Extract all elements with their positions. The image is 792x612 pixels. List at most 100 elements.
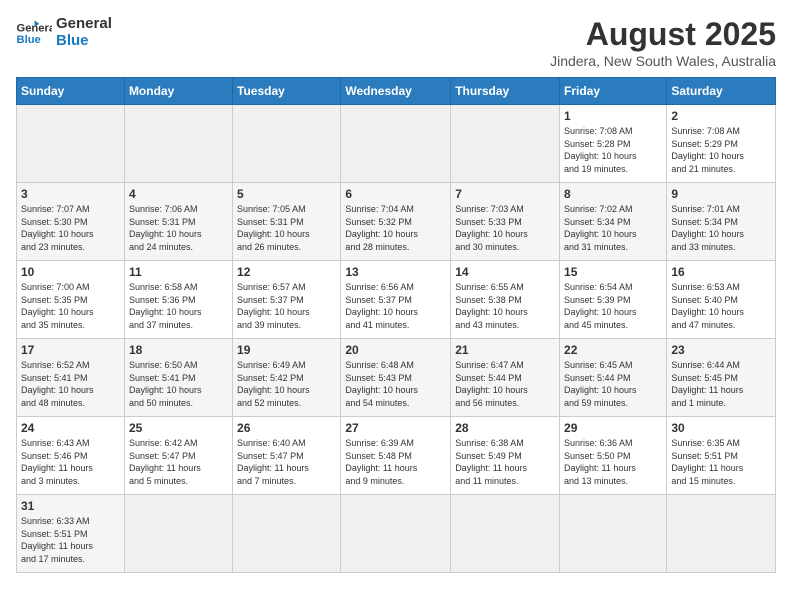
day-number: 15 (564, 265, 662, 279)
day-number: 13 (345, 265, 446, 279)
calendar-cell: 9 Sunrise: 7:01 AM Sunset: 5:34 PM Daylig… (667, 183, 776, 261)
day-info: Sunrise: 7:01 AM Sunset: 5:34 PM Dayligh… (671, 203, 771, 253)
calendar-cell (17, 105, 125, 183)
day-number: 10 (21, 265, 120, 279)
day-number: 11 (129, 265, 228, 279)
day-number: 26 (237, 421, 336, 435)
day-info: Sunrise: 6:50 AM Sunset: 5:41 PM Dayligh… (129, 359, 228, 409)
calendar-cell: 20 Sunrise: 6:48 AM Sunset: 5:43 PM Dayli… (341, 339, 451, 417)
calendar-cell: 16 Sunrise: 6:53 AM Sunset: 5:40 PM Dayli… (667, 261, 776, 339)
calendar-cell: 7Sunrise: 7:03 AM Sunset: 5:33 PM Daylig… (451, 183, 560, 261)
day-info: Sunrise: 6:58 AM Sunset: 5:36 PM Dayligh… (129, 281, 228, 331)
day-number: 14 (455, 265, 555, 279)
calendar-cell: 30 Sunrise: 6:35 AM Sunset: 5:51 PM Dayli… (667, 417, 776, 495)
day-number: 18 (129, 343, 228, 357)
month-title: August 2025 (550, 16, 776, 53)
calendar-cell: 19 Sunrise: 6:49 AM Sunset: 5:42 PM Dayli… (233, 339, 341, 417)
day-info: Sunrise: 6:57 AM Sunset: 5:37 PM Dayligh… (237, 281, 336, 331)
calendar-cell: 23 Sunrise: 6:44 AM Sunset: 5:45 PM Dayli… (667, 339, 776, 417)
day-info: Sunrise: 6:49 AM Sunset: 5:42 PM Dayligh… (237, 359, 336, 409)
calendar-cell: 27 Sunrise: 6:39 AM Sunset: 5:48 PM Dayli… (341, 417, 451, 495)
calendar-cell: 26 Sunrise: 6:40 AM Sunset: 5:47 PM Dayli… (233, 417, 341, 495)
day-info: Sunrise: 6:44 AM Sunset: 5:45 PM Dayligh… (671, 359, 771, 409)
day-of-week-header: Monday (124, 78, 232, 105)
calendar-cell: 15Sunrise: 6:54 AM Sunset: 5:39 PM Dayli… (560, 261, 667, 339)
calendar-cell: 25Sunrise: 6:42 AM Sunset: 5:47 PM Dayli… (124, 417, 232, 495)
calendar-cell: 21Sunrise: 6:47 AM Sunset: 5:44 PM Dayli… (451, 339, 560, 417)
day-of-week-header: Friday (560, 78, 667, 105)
calendar-cell (341, 105, 451, 183)
calendar-week-row: 3 Sunrise: 7:07 AM Sunset: 5:30 PM Daylig… (17, 183, 776, 261)
day-number: 5 (237, 187, 336, 201)
calendar-cell: 3 Sunrise: 7:07 AM Sunset: 5:30 PM Daylig… (17, 183, 125, 261)
day-info: Sunrise: 6:43 AM Sunset: 5:46 PM Dayligh… (21, 437, 120, 487)
day-number: 20 (345, 343, 446, 357)
day-number: 1 (564, 109, 662, 123)
calendar-cell: 18 Sunrise: 6:50 AM Sunset: 5:41 PM Dayli… (124, 339, 232, 417)
calendar-cell (451, 105, 560, 183)
day-info: Sunrise: 6:35 AM Sunset: 5:51 PM Dayligh… (671, 437, 771, 487)
day-number: 27 (345, 421, 446, 435)
calendar-cell: 6Sunrise: 7:04 AM Sunset: 5:32 PM Daylig… (341, 183, 451, 261)
day-info: Sunrise: 6:47 AM Sunset: 5:44 PM Dayligh… (455, 359, 555, 409)
day-number: 23 (671, 343, 771, 357)
day-info: Sunrise: 7:08 AM Sunset: 5:28 PM Dayligh… (564, 125, 662, 175)
calendar-cell: 24Sunrise: 6:43 AM Sunset: 5:46 PM Dayli… (17, 417, 125, 495)
day-info: Sunrise: 7:02 AM Sunset: 5:34 PM Dayligh… (564, 203, 662, 253)
calendar-cell (124, 105, 232, 183)
logo: General Blue General Blue (16, 16, 112, 49)
calendar-cell: 11 Sunrise: 6:58 AM Sunset: 5:36 PM Dayli… (124, 261, 232, 339)
calendar-week-row: 1 Sunrise: 7:08 AM Sunset: 5:28 PM Daylig… (17, 105, 776, 183)
calendar-header-row: SundayMondayTuesdayWednesdayThursdayFrid… (17, 78, 776, 105)
day-info: Sunrise: 6:39 AM Sunset: 5:48 PM Dayligh… (345, 437, 446, 487)
calendar-week-row: 10 Sunrise: 7:00 AM Sunset: 5:35 PM Dayli… (17, 261, 776, 339)
day-info: Sunrise: 6:48 AM Sunset: 5:43 PM Dayligh… (345, 359, 446, 409)
calendar-cell: 31Sunrise: 6:33 AM Sunset: 5:51 PM Dayli… (17, 495, 125, 573)
page-header: General Blue General Blue August 2025 Ji… (16, 16, 776, 69)
day-of-week-header: Wednesday (341, 78, 451, 105)
logo-blue-text: Blue (56, 33, 112, 50)
calendar-cell: 1 Sunrise: 7:08 AM Sunset: 5:28 PM Daylig… (560, 105, 667, 183)
calendar-cell: 12 Sunrise: 6:57 AM Sunset: 5:37 PM Dayli… (233, 261, 341, 339)
day-info: Sunrise: 6:38 AM Sunset: 5:49 PM Dayligh… (455, 437, 555, 487)
day-number: 2 (671, 109, 771, 123)
calendar-cell (341, 495, 451, 573)
day-info: Sunrise: 7:08 AM Sunset: 5:29 PM Dayligh… (671, 125, 771, 175)
day-info: Sunrise: 7:06 AM Sunset: 5:31 PM Dayligh… (129, 203, 228, 253)
calendar-cell: 22Sunrise: 6:45 AM Sunset: 5:44 PM Dayli… (560, 339, 667, 417)
day-number: 19 (237, 343, 336, 357)
calendar-cell: 17 Sunrise: 6:52 AM Sunset: 5:41 PM Dayli… (17, 339, 125, 417)
day-number: 30 (671, 421, 771, 435)
day-number: 9 (671, 187, 771, 201)
day-number: 3 (21, 187, 120, 201)
calendar-week-row: 17 Sunrise: 6:52 AM Sunset: 5:41 PM Dayli… (17, 339, 776, 417)
calendar-cell (451, 495, 560, 573)
day-number: 16 (671, 265, 771, 279)
calendar-table: SundayMondayTuesdayWednesdayThursdayFrid… (16, 77, 776, 573)
logo-icon: General Blue (16, 19, 52, 47)
day-info: Sunrise: 6:53 AM Sunset: 5:40 PM Dayligh… (671, 281, 771, 331)
day-info: Sunrise: 7:07 AM Sunset: 5:30 PM Dayligh… (21, 203, 120, 253)
day-number: 7 (455, 187, 555, 201)
calendar-cell (560, 495, 667, 573)
calendar-week-row: 31Sunrise: 6:33 AM Sunset: 5:51 PM Dayli… (17, 495, 776, 573)
calendar-cell (233, 105, 341, 183)
logo-general-text: General (56, 16, 112, 33)
calendar-cell: 4 Sunrise: 7:06 AM Sunset: 5:31 PM Daylig… (124, 183, 232, 261)
day-info: Sunrise: 6:56 AM Sunset: 5:37 PM Dayligh… (345, 281, 446, 331)
calendar-cell: 13 Sunrise: 6:56 AM Sunset: 5:37 PM Dayli… (341, 261, 451, 339)
day-info: Sunrise: 7:00 AM Sunset: 5:35 PM Dayligh… (21, 281, 120, 331)
svg-text:Blue: Blue (17, 33, 41, 45)
day-info: Sunrise: 6:52 AM Sunset: 5:41 PM Dayligh… (21, 359, 120, 409)
day-of-week-header: Sunday (17, 78, 125, 105)
day-info: Sunrise: 6:40 AM Sunset: 5:47 PM Dayligh… (237, 437, 336, 487)
day-number: 28 (455, 421, 555, 435)
day-of-week-header: Tuesday (233, 78, 341, 105)
calendar-cell: 5Sunrise: 7:05 AM Sunset: 5:31 PM Daylig… (233, 183, 341, 261)
day-number: 31 (21, 499, 120, 513)
day-number: 4 (129, 187, 228, 201)
day-number: 17 (21, 343, 120, 357)
day-number: 12 (237, 265, 336, 279)
svg-text:General: General (17, 22, 53, 34)
day-info: Sunrise: 7:04 AM Sunset: 5:32 PM Dayligh… (345, 203, 446, 253)
